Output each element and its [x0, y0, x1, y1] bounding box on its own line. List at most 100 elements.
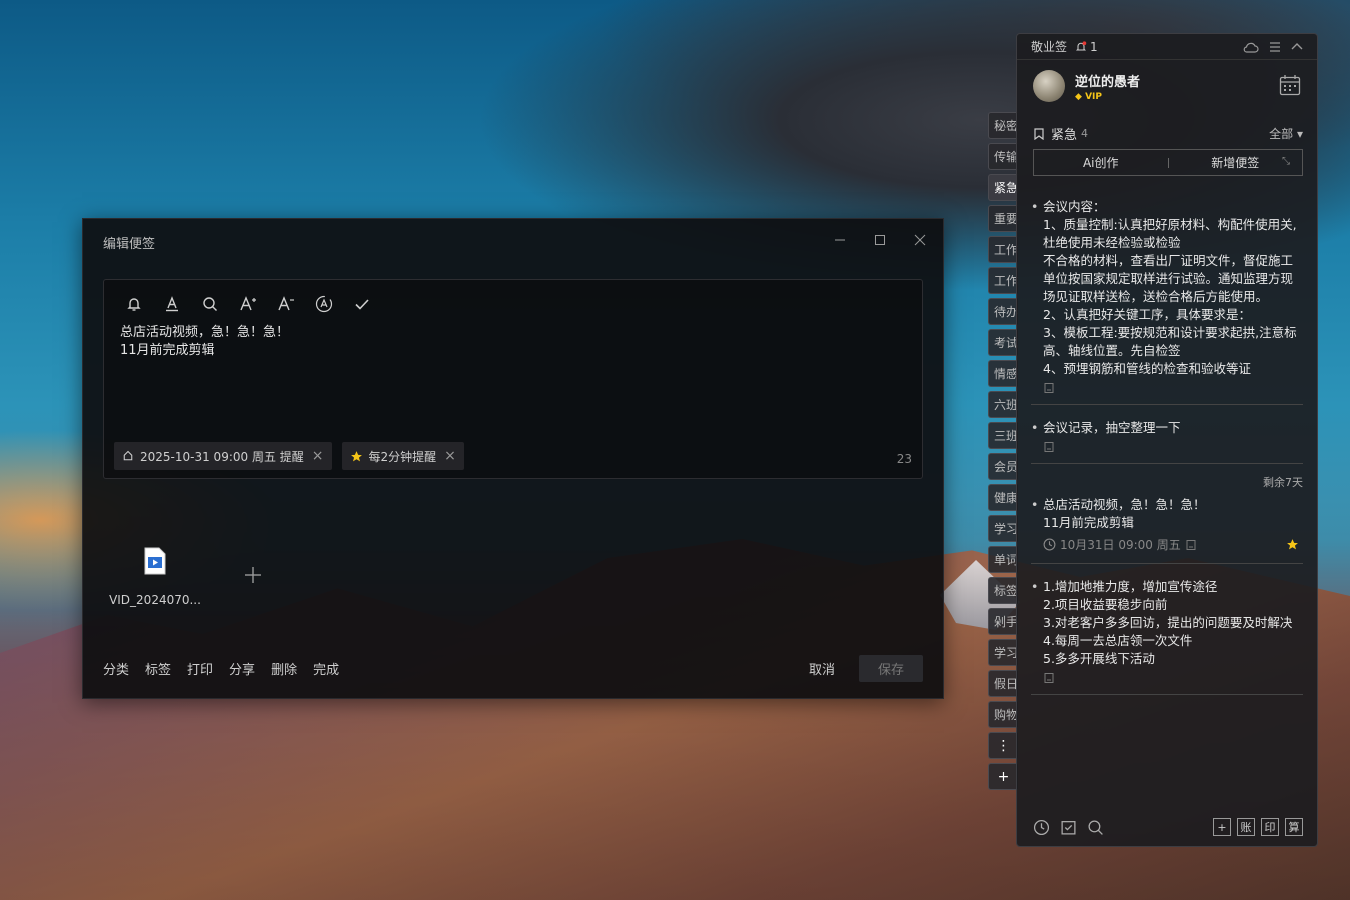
bell-icon: [1075, 40, 1087, 51]
text-color-icon[interactable]: [160, 292, 184, 316]
vip-label: VIP: [1085, 91, 1102, 102]
star-icon[interactable]: [1286, 538, 1299, 551]
tab-urgent[interactable]: 紧急: [988, 174, 1018, 201]
delete-button[interactable]: 删除: [271, 659, 297, 678]
format-toolbar: [122, 292, 374, 316]
notes-panel: 敬业签 1 逆位的愚者 ◆ VIP 紧急 4 全部 ▾ Ai创作 新增便签 ⤡ …: [1016, 33, 1318, 847]
app-name: 敬业签: [1031, 40, 1068, 54]
tab-member[interactable]: 会员: [988, 453, 1018, 480]
cloud-sync-icon[interactable]: [1243, 41, 1259, 53]
checklist-icon[interactable]: [1060, 819, 1077, 836]
add-box-button[interactable]: +: [1213, 818, 1231, 836]
add-category-icon[interactable]: +: [988, 763, 1018, 790]
category-count: 4: [1081, 127, 1089, 140]
attachment-item[interactable]: VID_2024070...: [105, 547, 205, 607]
tab-todo[interactable]: 待办: [988, 298, 1018, 325]
search-icon[interactable]: [1087, 819, 1104, 836]
clock-icon[interactable]: [1033, 819, 1050, 836]
tab-important[interactable]: 重要: [988, 205, 1018, 232]
attachment-icon: [1044, 442, 1054, 452]
note-item-1[interactable]: 会议内容： 1、质量控制:认真把好原材料、构配件使用关,杜绝使用未经检验或检验 …: [1031, 198, 1303, 378]
attachment-icon: [1044, 383, 1054, 393]
note-divider: [1031, 563, 1303, 564]
font-increase-icon[interactable]: [236, 292, 260, 316]
edit-note-dialog: 编辑便签 总店活动视频，急！急！急！ 11月前完成剪辑 2025-10-31 0…: [82, 218, 944, 699]
category-name: 紧急: [1051, 128, 1078, 143]
tab-work-2[interactable]: 工作: [988, 267, 1018, 294]
tab-shopping[interactable]: 购物: [988, 701, 1018, 728]
notification[interactable]: 1: [1075, 40, 1098, 54]
note-item-3-remaining: 剩余7天: [1263, 476, 1303, 489]
tag-button[interactable]: 标签: [145, 659, 171, 678]
share-button[interactable]: 分享: [229, 659, 255, 678]
tab-shopping-spree[interactable]: 剁手: [988, 608, 1018, 635]
star-icon: [350, 450, 362, 461]
minimize-icon[interactable]: [831, 231, 849, 249]
calculator-button[interactable]: 算: [1285, 818, 1303, 836]
bell-icon: [123, 450, 133, 461]
new-note-expand-icon[interactable]: ⤡: [1282, 156, 1290, 167]
note-item-4[interactable]: 1.增加地推力度，增加宣传途径 2.项目收益要稳步向前 3.对老客户多多回访，提…: [1031, 578, 1303, 668]
calendar-icon[interactable]: [1279, 74, 1301, 96]
vip-badge: ◆ VIP: [1075, 92, 1140, 102]
maximize-icon[interactable]: [871, 231, 889, 249]
remove-reminder-icon[interactable]: ×: [312, 448, 324, 464]
complete-button[interactable]: 完成: [313, 659, 339, 678]
caret-down-icon: ▾: [1296, 127, 1303, 141]
tab-words[interactable]: 单词: [988, 546, 1018, 573]
search-icon[interactable]: [198, 292, 222, 316]
add-attachment-icon[interactable]: [243, 563, 263, 591]
tab-health[interactable]: 健康: [988, 484, 1018, 511]
notification-count: 1: [1090, 39, 1098, 54]
note-item-3-time: 10月31日 09:00 周五: [1060, 538, 1181, 552]
category-button[interactable]: 分类: [103, 659, 129, 678]
tab-secret[interactable]: 秘密: [988, 112, 1018, 139]
dialog-title: 编辑便签: [103, 237, 156, 252]
note-item-4-meta: [1031, 672, 1303, 684]
note-item-2[interactable]: 会议记录，抽空整理一下: [1031, 419, 1303, 437]
more-icon[interactable]: ⋮: [988, 732, 1018, 759]
ai-create-button[interactable]: Ai创作: [1034, 154, 1168, 171]
save-button[interactable]: 保存: [859, 655, 923, 682]
font-decrease-icon[interactable]: [274, 292, 298, 316]
note-content-line1: 总店活动视频，急！急！急！: [120, 325, 290, 340]
bell-icon[interactable]: [122, 292, 146, 316]
note-content-line2: 11月前完成剪辑: [120, 343, 215, 358]
menu-icon[interactable]: [1269, 41, 1281, 53]
repeat-tag-label: 每2分钟提醒: [368, 449, 437, 464]
ai-write-icon[interactable]: [312, 292, 336, 316]
cancel-button[interactable]: 取消: [809, 659, 835, 678]
note-editor[interactable]: 总店活动视频，急！急！急！ 11月前完成剪辑 2025-10-31 09:00 …: [103, 279, 923, 479]
diamond-icon: ◆: [1075, 91, 1082, 102]
account-button[interactable]: 账: [1237, 818, 1255, 836]
filter-dropdown[interactable]: 全部 ▾: [1269, 125, 1303, 142]
check-icon[interactable]: [350, 292, 374, 316]
close-icon[interactable]: [911, 231, 929, 249]
window-controls: [831, 231, 929, 249]
tab-study-2[interactable]: 学习: [988, 639, 1018, 666]
note-content[interactable]: 总店活动视频，急！急！急！ 11月前完成剪辑: [120, 324, 289, 360]
panel-bottom-left: [1033, 819, 1104, 836]
avatar[interactable]: [1033, 70, 1065, 102]
tab-class-3[interactable]: 三班: [988, 422, 1018, 449]
user-profile[interactable]: 逆位的愚者 ◆ VIP: [1033, 70, 1140, 102]
tab-holiday[interactable]: 假日: [988, 670, 1018, 697]
tab-class-6[interactable]: 六班: [988, 391, 1018, 418]
create-buttons: Ai创作 新增便签 ⤡: [1033, 149, 1303, 176]
note-tags: 2025-10-31 09:00 周五 提醒 × 每2分钟提醒 ×: [114, 442, 464, 470]
tab-exam[interactable]: 考试: [988, 329, 1018, 356]
clock-icon: [1043, 538, 1056, 551]
collapse-icon[interactable]: [1291, 41, 1303, 53]
tab-study-1[interactable]: 学习: [988, 515, 1018, 542]
remove-repeat-icon[interactable]: ×: [444, 448, 456, 464]
tab-work-1[interactable]: 工作: [988, 236, 1018, 263]
tab-transfer[interactable]: 传输: [988, 143, 1018, 170]
tab-tag[interactable]: 标签: [988, 577, 1018, 604]
reminder-tag[interactable]: 2025-10-31 09:00 周五 提醒 ×: [114, 442, 332, 470]
tab-emotion[interactable]: 情感: [988, 360, 1018, 387]
print-button[interactable]: 打印: [187, 659, 213, 678]
note-item-3[interactable]: 总店活动视频，急！急！急！ 11月前完成剪辑: [1031, 496, 1303, 532]
print-box-button[interactable]: 印: [1261, 818, 1279, 836]
note-item-3-line1: 总店活动视频，急！急！急！: [1043, 497, 1206, 512]
repeat-tag[interactable]: 每2分钟提醒 ×: [341, 442, 464, 470]
